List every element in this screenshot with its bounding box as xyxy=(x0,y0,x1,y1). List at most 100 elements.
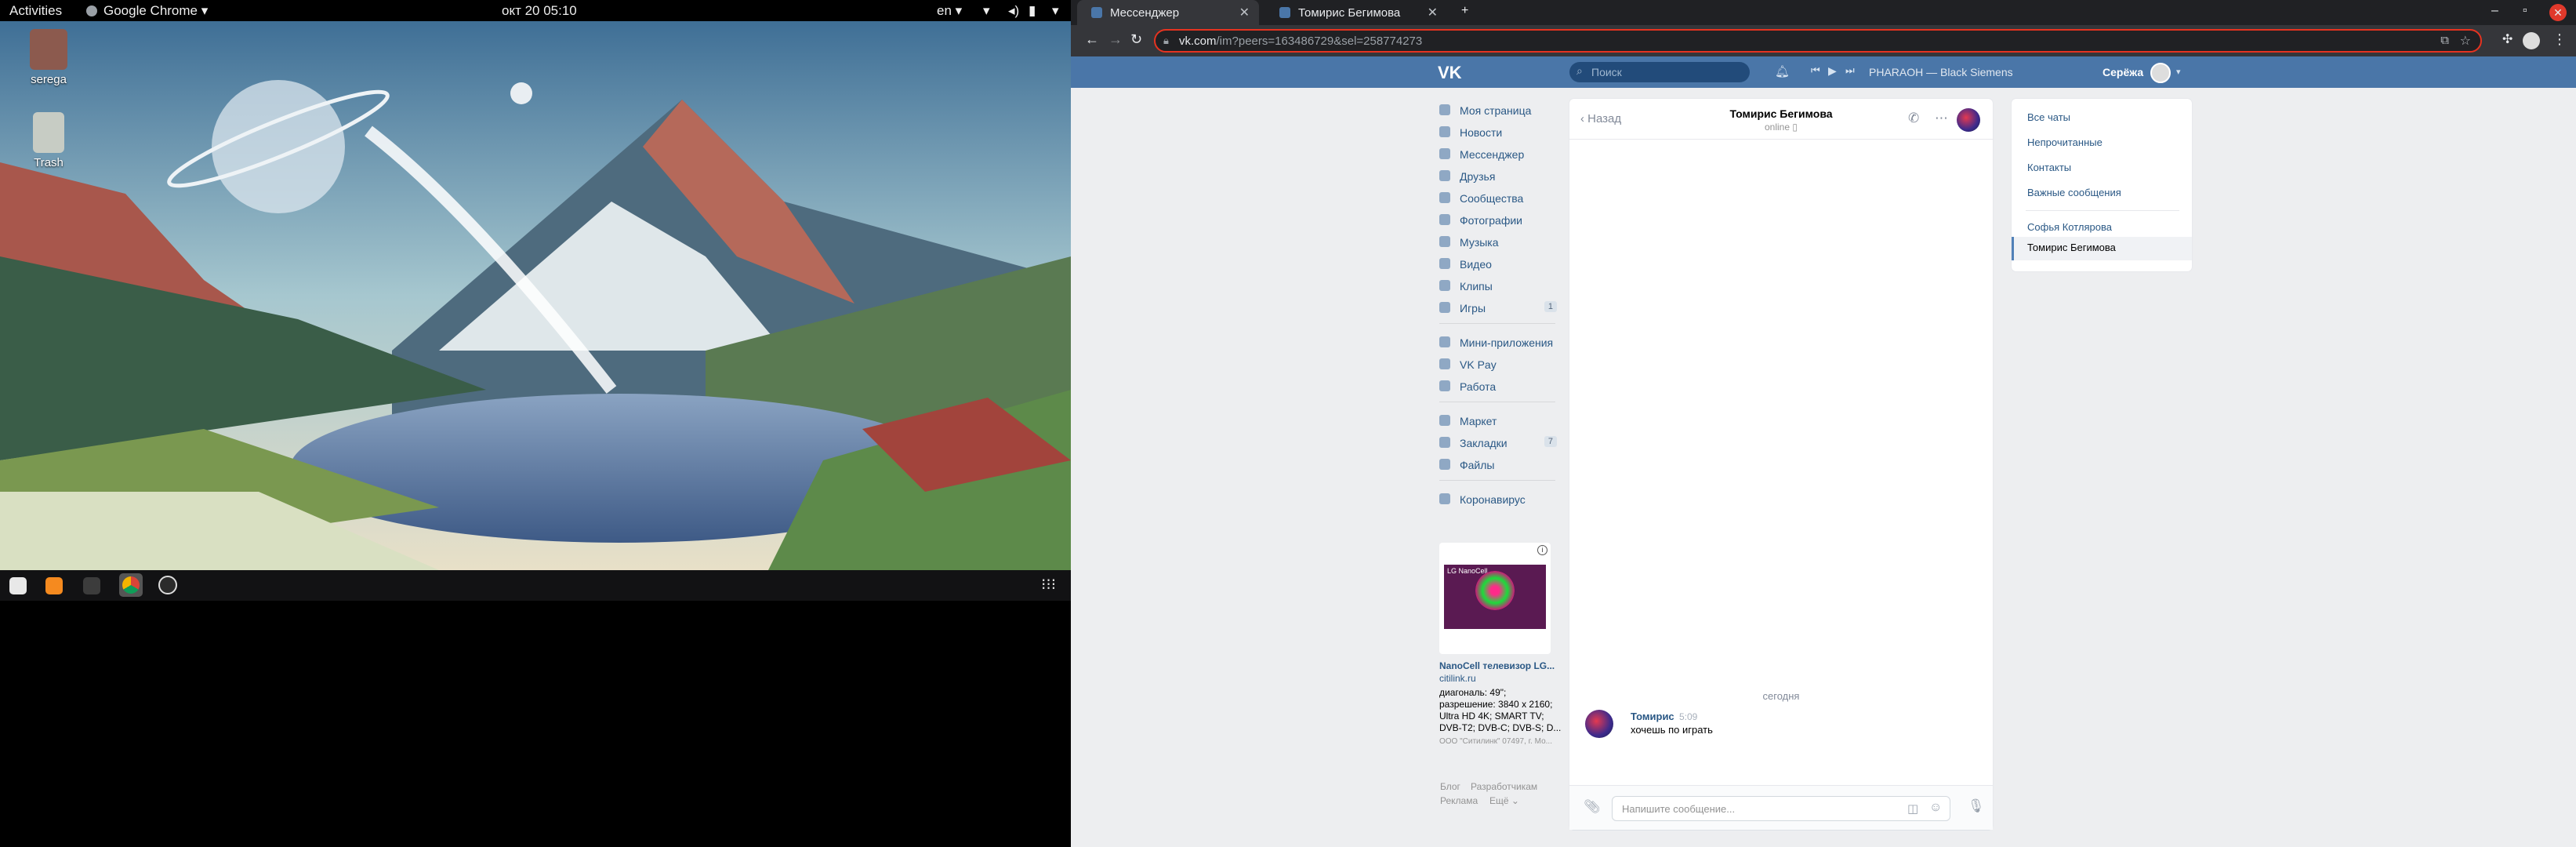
app-menu[interactable]: Google Chrome ▾ xyxy=(103,2,208,19)
chevron-down-icon[interactable]: ▾ xyxy=(2176,67,2181,77)
footer-more-link[interactable]: Ещё ⌄ xyxy=(1489,795,1519,806)
footer-ads-link[interactable]: Реклама xyxy=(1440,795,1478,806)
chat-avatar[interactable] xyxy=(1957,108,1980,132)
previous-track-icon[interactable]: ⏮︎ xyxy=(1811,64,1820,77)
minimize-button[interactable]: – xyxy=(2491,4,2498,18)
footer-developers-link[interactable]: Разработчикам xyxy=(1471,781,1537,792)
menu-files[interactable]: Файлы xyxy=(1439,456,1557,474)
conversation-header: ‹ Назад Томирис Бегимова online ▯ ✆ ⋯ xyxy=(1569,99,1993,140)
back-icon[interactable]: ← xyxy=(1085,31,1099,48)
footer-blog-link[interactable]: Блог xyxy=(1440,781,1460,792)
phone-call-icon[interactable]: ✆ xyxy=(1908,111,1919,126)
filter-chat-sofya[interactable]: Софья Котлярова xyxy=(2027,221,2112,233)
notifications-bell-icon[interactable]: 🔔︎ xyxy=(1775,64,1790,78)
maximize-button[interactable]: ▫ xyxy=(2523,4,2527,18)
close-tab-icon[interactable]: ✕ xyxy=(1239,5,1250,20)
chrome-icon[interactable] xyxy=(119,573,143,597)
filter-important[interactable]: Важные сообщения xyxy=(2027,187,2121,198)
lang-indicator[interactable]: en ▾ xyxy=(937,2,962,19)
ad-domain[interactable]: citilink.ru xyxy=(1439,673,1557,685)
tv-graphic xyxy=(1475,571,1515,610)
ad-title[interactable]: NanoCell телевизор LG... xyxy=(1439,660,1557,672)
menu-communities[interactable]: Сообщества xyxy=(1439,190,1557,207)
music-icon xyxy=(1439,236,1450,247)
menu-friends[interactable]: Друзья xyxy=(1439,168,1557,185)
play-icon[interactable]: ▶ xyxy=(1828,64,1837,78)
menu-clips[interactable]: Клипы xyxy=(1439,278,1557,295)
search-icon: ⌕ xyxy=(1576,64,1583,77)
filter-all-chats[interactable]: Все чаты xyxy=(2027,111,2070,123)
system-menu-icon[interactable]: ▾ xyxy=(1052,2,1059,19)
user-name[interactable]: Серёжа xyxy=(2103,66,2143,78)
menu-news[interactable]: Новости xyxy=(1439,124,1557,141)
network-icon[interactable]: ▾ xyxy=(983,2,990,19)
menu-messenger[interactable]: Мессенджер xyxy=(1439,146,1557,163)
close-tab-icon[interactable]: ✕ xyxy=(1428,5,1438,20)
desktop-icon-home[interactable]: serega xyxy=(9,29,88,86)
new-tab-button[interactable]: + xyxy=(1461,4,1468,18)
volume-icon[interactable]: ◂) xyxy=(1008,2,1019,19)
filter-unread[interactable]: Непрочитанные xyxy=(2027,136,2103,148)
tab-tomiris[interactable]: Томирис Бегимова ✕ xyxy=(1265,0,1447,25)
menu-bookmarks[interactable]: Закладки 7 xyxy=(1439,434,1557,452)
menu-mini-apps[interactable]: Мини-приложения xyxy=(1439,334,1557,351)
vk-logo[interactable]: VK xyxy=(1438,63,1462,83)
more-options-icon[interactable]: ⋯ xyxy=(1935,111,1948,126)
vk-header: VK ⌕ Поиск 🔔︎ ⏮︎ ▶ ⏭︎ PHARAOH — Black Si… xyxy=(1071,56,2576,88)
terminal-icon[interactable] xyxy=(83,577,100,594)
gnome-top-bar: Activities Google Chrome ▾ окт 20 05:10 … xyxy=(0,0,1071,21)
menu-label: Закладки xyxy=(1460,437,1508,449)
menu-photos[interactable]: Фотографии xyxy=(1439,212,1557,229)
attach-icon[interactable]: 📎︎ xyxy=(1584,799,1601,815)
reload-icon[interactable]: ↻ xyxy=(1130,31,1142,48)
menu-my-page[interactable]: Моя страница xyxy=(1439,102,1557,119)
chat-title[interactable]: Томирис Бегимова xyxy=(1569,107,1993,120)
profile-avatar-icon[interactable] xyxy=(2523,32,2540,49)
friends-icon xyxy=(1439,170,1450,181)
message-input[interactable]: Напишите сообщение... ◫ ☺ xyxy=(1612,796,1950,821)
chrome-menu-icon[interactable]: ⋮ xyxy=(2552,31,2567,48)
address-bar[interactable]: 🔒︎ vk.com/im?peers=163486729&sel=2587742… xyxy=(1154,29,2482,53)
activities-button[interactable]: Activities xyxy=(9,2,62,19)
app-icon[interactable] xyxy=(158,576,177,594)
message-author[interactable]: Томирис xyxy=(1631,711,1674,722)
close-window-button[interactable]: ✕ xyxy=(2549,4,2567,21)
message-avatar[interactable] xyxy=(1585,710,1613,738)
menu-video[interactable]: Видео xyxy=(1439,256,1557,273)
menu-music[interactable]: Музыка xyxy=(1439,234,1557,251)
extensions-icon[interactable]: ✣ xyxy=(2502,31,2513,47)
clock[interactable]: окт 20 05:10 xyxy=(502,2,577,19)
show-apps-icon[interactable]: ⁝⁝⁝ xyxy=(1041,576,1060,595)
menu-work[interactable]: Работа xyxy=(1439,378,1557,395)
desktop-icon-trash[interactable]: Trash xyxy=(9,112,88,169)
filter-contacts[interactable]: Контакты xyxy=(2027,162,2071,173)
vkpay-icon xyxy=(1439,358,1450,369)
chrome-logo xyxy=(122,576,140,594)
message-time[interactable]: 5:09 xyxy=(1679,711,1697,722)
microphone-icon[interactable]: 🎙︎ xyxy=(1968,798,1985,814)
menu-games[interactable]: Игры 1 xyxy=(1439,300,1557,317)
battery-icon[interactable]: ▮ xyxy=(1029,2,1036,19)
ad-image[interactable]: i LG NanoCell xyxy=(1439,543,1551,654)
sublime-icon[interactable] xyxy=(45,577,63,594)
filter-chat-tomiris-active[interactable]: Томирис Бегимова xyxy=(2012,237,2192,260)
translate-icon[interactable]: ⧉ xyxy=(2440,34,2449,47)
vk-search-input[interactable]: ⌕ Поиск xyxy=(1569,62,1750,82)
menu-market[interactable]: Маркет xyxy=(1439,413,1557,430)
tab-messenger[interactable]: Мессенджер ✕ xyxy=(1077,0,1259,25)
next-track-icon[interactable]: ⏭︎ xyxy=(1845,64,1855,77)
now-playing-track[interactable]: PHARAOH — Black Siemens xyxy=(1869,66,2013,78)
info-icon[interactable]: i xyxy=(1537,545,1547,555)
user-avatar[interactable] xyxy=(2150,63,2171,83)
menu-vk-pay[interactable]: VK Pay xyxy=(1439,356,1557,373)
url-text[interactable]: vk.com/im?peers=163486729&sel=258774273 xyxy=(1179,35,1422,48)
camera-icon[interactable]: ◫ xyxy=(1907,802,1918,816)
lock-icon[interactable]: 🔒︎ xyxy=(1163,35,1169,47)
bookmark-star-icon[interactable]: ☆ xyxy=(2460,33,2471,49)
conversation-panel: ‹ Назад Томирис Бегимова online ▯ ✆ ⋯ се… xyxy=(1569,99,1993,830)
menu-coronavirus[interactable]: Коронавирус xyxy=(1439,491,1557,508)
emoji-icon[interactable]: ☺ xyxy=(1929,801,1942,815)
files-icon[interactable] xyxy=(9,577,27,594)
filter-chat-tomiris[interactable]: Томирис Бегимова xyxy=(2027,242,2116,253)
forward-icon[interactable]: → xyxy=(1108,31,1123,48)
